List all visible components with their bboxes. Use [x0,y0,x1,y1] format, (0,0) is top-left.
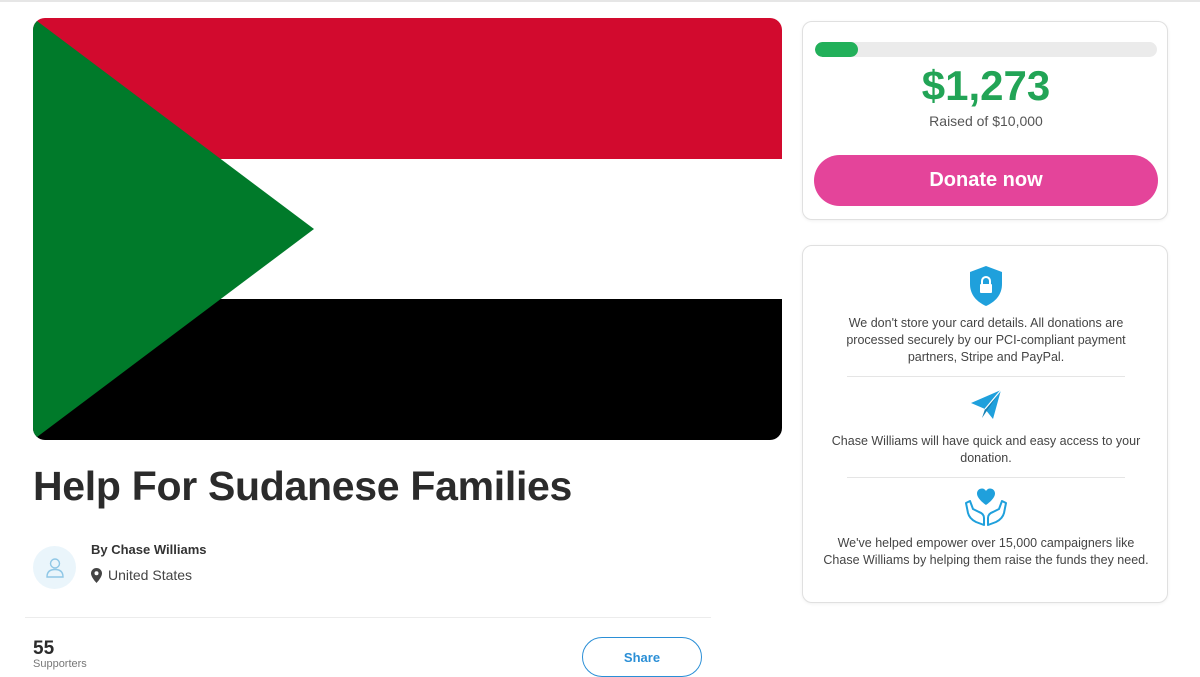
section-divider [25,617,711,618]
user-icon [45,557,64,578]
paper-plane-icon [971,389,1002,419]
info-divider [847,376,1125,377]
organizer-avatar [33,546,76,589]
shield-lock-icon [970,266,1002,306]
map-pin-icon [91,567,102,583]
empower-text: We've helped empower over 15,000 campaig… [823,536,1149,567]
top-divider [0,0,1200,2]
share-button[interactable]: Share [582,637,702,677]
heart-hands-icon [965,488,1007,526]
info-item-security [803,265,1169,307]
amount-raised: $1,273 [921,62,1051,109]
info-item-access [803,388,1169,422]
donation-card: $1,273 Raised of $10,000 Donate now [802,21,1168,220]
location-label: United States [108,567,193,583]
info-item-empower [803,487,1169,527]
progress-fill [815,42,859,57]
goal-text: Raised of $10,000 [929,113,1043,129]
security-text: We don't store your card details. All do… [846,316,1126,364]
campaign-location: United States [91,567,192,583]
campaign-hero-image [33,18,782,440]
progress-bar [815,42,1157,57]
donate-now-button[interactable]: Donate now [814,155,1158,206]
supporters-count: 55 [33,638,55,659]
supporters-label: Supporters [33,658,87,670]
access-text: Chase Williams will have quick and easy … [831,434,1141,465]
organizer-name: By Chase Williams [91,542,207,557]
info-divider [847,477,1125,478]
campaign-title: Help For Sudanese Families [33,463,573,509]
trust-info-card: We don't store your card details. All do… [802,245,1168,603]
